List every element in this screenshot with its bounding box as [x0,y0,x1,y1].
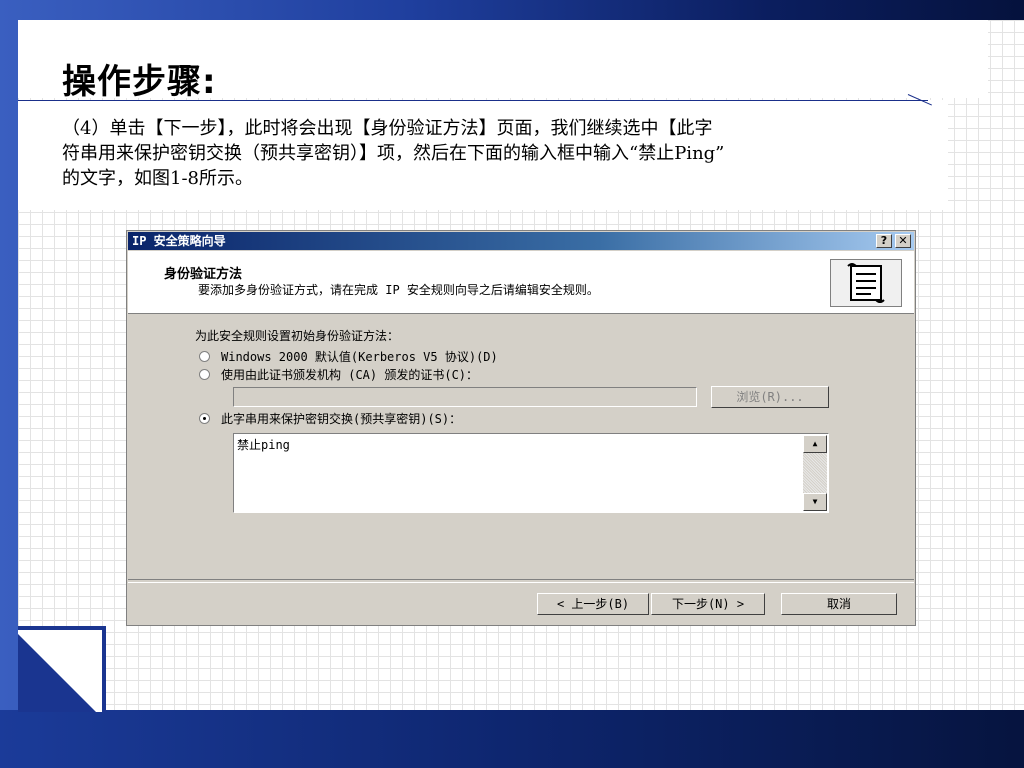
option-kerberos-label[interactable]: Windows 2000 默认值(Kerberos V5 协议)(D) [221,348,498,365]
next-button[interactable]: 下一步(N) > [651,593,765,615]
paragraph-line: 符串用来保护密钥交换（预共享密钥）】项，然后在下面的输入框中输入“禁止Ping” [62,143,725,164]
scroll-up-arrow-icon[interactable]: ▲ [803,435,827,453]
slide-paragraph: （4）单击【下一步】，此时将会出现【身份验证方法】页面，我们继续选中【此字 符串… [62,116,922,191]
corner-decoration [18,626,106,712]
dialog-title: IP 安全策略向导 [132,234,226,248]
wizard-header: 身份验证方法 要添加多身份验证方式，请在完成 IP 安全规则向导之后请编辑安全规… [128,251,914,314]
preshared-key-textarea[interactable]: 禁止ping ▲ ▼ [233,433,829,513]
footer-separator [128,579,914,583]
back-button[interactable]: < 上一步(B) [537,593,649,615]
header-title: 身份验证方法 [164,267,243,282]
option-certificate-label[interactable]: 使用由此证书颁发机构 (CA) 颁发的证书(C)： [221,366,478,383]
preshared-key-text: 禁止ping [237,438,290,452]
paragraph-line: （4）单击【下一步】，此时将会出现【身份验证方法】页面，我们继续选中【此字 [62,118,713,139]
radio-preshared-key[interactable] [199,413,210,424]
ca-certificate-field[interactable] [233,387,697,407]
textarea-scrollbar[interactable]: ▲ ▼ [803,435,827,511]
paragraph-line: 的文字，如图1-8所示。 [62,168,253,189]
scroll-document-icon [830,259,902,307]
slide-bottom-band [0,710,1024,768]
close-button[interactable]: ✕ [895,234,911,248]
help-button[interactable]: ? [876,234,892,248]
cancel-button[interactable]: 取消 [781,593,897,615]
auth-method-section-label: 为此安全规则设置初始身份验证方法： [195,329,400,343]
ip-security-policy-wizard-dialog: IP 安全策略向导 ? ✕ 身份验证方法 要添加多身份验证方式，请在完成 IP … [126,230,916,626]
scroll-down-arrow-icon[interactable]: ▼ [803,493,827,511]
browse-button[interactable]: 浏览(R)... [711,386,829,408]
radio-kerberos[interactable] [199,351,210,362]
header-subtitle: 要添加多身份验证方式，请在完成 IP 安全规则向导之后请编辑安全规则。 [198,283,599,297]
radio-certificate[interactable] [199,369,210,380]
slide-title: 操作步骤: [62,62,217,102]
title-underline [18,100,928,101]
option-preshared-key-label[interactable]: 此字串用来保护密钥交换(预共享密钥)(S)： [221,410,461,427]
dialog-titlebar[interactable]: IP 安全策略向导 ? ✕ [128,232,914,250]
